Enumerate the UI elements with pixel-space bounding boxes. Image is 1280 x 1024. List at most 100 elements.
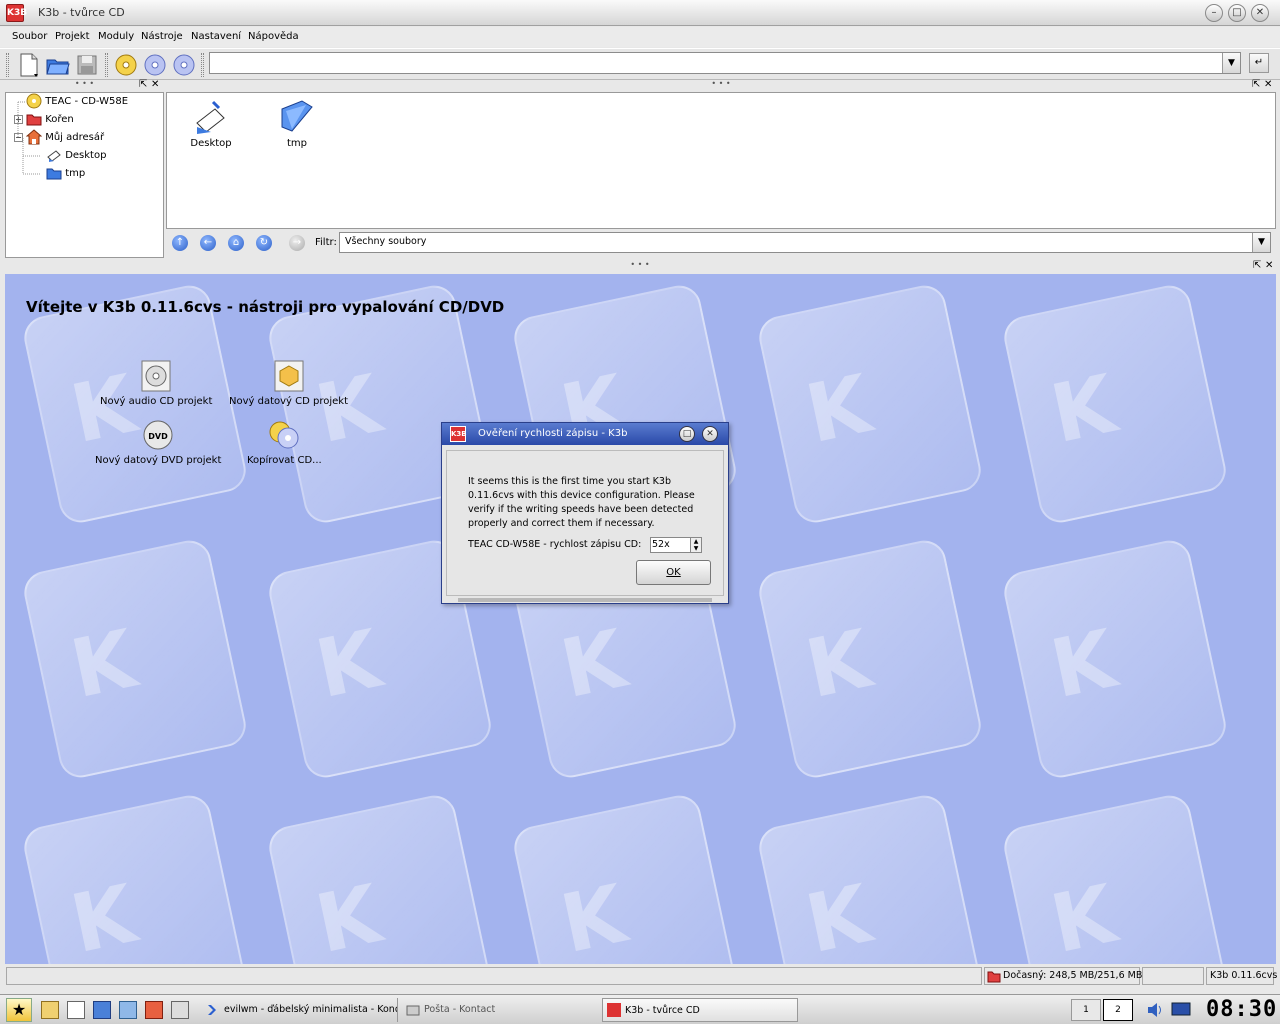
burn-cd-button[interactable] (113, 52, 139, 78)
dialog-maximize-button[interactable]: □ (679, 426, 695, 442)
action-label: Nový datový DVD projekt (95, 455, 222, 466)
tree-item-label: tmp (65, 168, 86, 179)
task-kontact[interactable]: Pošta - Kontact (402, 998, 598, 1022)
data-cd-icon (274, 360, 303, 392)
file-item-label: tmp (286, 138, 307, 149)
reload-icon[interactable]: ↻ (256, 235, 272, 251)
menu-moduly[interactable]: Moduly (98, 31, 134, 42)
folder-red-icon (987, 971, 1001, 983)
menu-nastaveni[interactable]: Nastavení (191, 31, 241, 42)
temp-space-value: Dočasný: 248,5 MB/251,6 MB (1003, 970, 1143, 981)
task-label: K3b - tvůrce CD (625, 1005, 700, 1016)
k3b-cube-background: K (755, 281, 985, 527)
k3b-cube-background: K (20, 791, 250, 964)
filter-combobox[interactable]: Všechny soubory ▼ (339, 232, 1271, 253)
tree-lines (17, 101, 41, 175)
dialog-resize-bar (458, 598, 712, 602)
home-nav-icon[interactable]: ⌂ (228, 235, 244, 251)
panel-handle[interactable]: • • • (166, 80, 1276, 90)
dialog-message: It seems this is the first time you star… (468, 476, 695, 529)
new-project-button[interactable] (16, 52, 42, 78)
filter-value: Všechny soubory (345, 236, 427, 247)
k3b-logo-icon[interactable]: K3B (6, 4, 27, 22)
close-panel-icon[interactable]: ✕ (151, 80, 159, 90)
mail-icon[interactable] (171, 1001, 189, 1019)
chevron-down-icon[interactable]: ▼ (1222, 53, 1240, 73)
up-arrow-icon[interactable]: ↑ (172, 235, 188, 251)
cd-info-button[interactable] (142, 52, 168, 78)
start-menu-star-icon[interactable]: ★ (6, 998, 32, 1022)
k3b-logo-icon: K3B (450, 426, 467, 442)
ok-button[interactable]: OK (636, 560, 711, 585)
browser-icon[interactable] (93, 1001, 111, 1019)
desktop-1-button[interactable]: 1 (1071, 999, 1101, 1021)
toolbar-grip[interactable] (201, 53, 204, 77)
task-konqueror[interactable]: evilwm - ďábelský minimalista - Konq (202, 998, 398, 1022)
new-data-dvd-project-button[interactable]: DVD Nový datový DVD projekt (95, 419, 221, 466)
dialog-titlebar[interactable]: K3B Ověření rychlosti zápisu - K3b □ ✕ (442, 423, 728, 445)
audio-cd-icon (141, 360, 171, 392)
minimize-button[interactable]: – (1205, 4, 1223, 22)
desktop-number: 2 (1115, 1005, 1121, 1015)
taskbar: ★ evilwm - ďábelský minimalista - Konq P… (0, 994, 1280, 1024)
display-icon[interactable] (1171, 1001, 1191, 1019)
menu-napoveda[interactable]: Nápověda (248, 31, 299, 42)
media-icon[interactable] (145, 1001, 163, 1019)
maximize-button[interactable]: □ (1228, 4, 1246, 22)
forward-arrow-icon[interactable]: → (289, 235, 305, 251)
file-item-tmp[interactable]: tmp (257, 99, 337, 149)
k3b-cube-background: K (1000, 281, 1230, 527)
directory-tree[interactable]: TEAC - CD-W58E + Kořen − Můj adresář Des… (5, 92, 164, 258)
desktop-2-button[interactable]: 2 (1103, 999, 1133, 1021)
kontact-icon (406, 1005, 420, 1016)
toolbar-grip[interactable] (105, 53, 108, 77)
undock-icon[interactable]: ⇱ (1252, 80, 1260, 90)
undock-icon[interactable]: ⇱ (139, 80, 147, 90)
dvd-label: DVD (148, 432, 168, 441)
k3b-cube-background: K (755, 791, 985, 964)
spin-arrows-icon[interactable]: ▲ ▼ (690, 537, 702, 553)
volume-icon[interactable] (1146, 1001, 1164, 1019)
cd-icon (173, 54, 195, 76)
ok-label: OK (666, 567, 681, 578)
close-panel-icon[interactable]: ✕ (1264, 80, 1272, 90)
toolbar-grip[interactable] (6, 53, 9, 77)
close-button[interactable]: ✕ (1251, 4, 1269, 22)
file-item-label: Desktop (190, 138, 232, 149)
k3b-cube-background: K (1000, 536, 1230, 782)
cd-icon (144, 54, 166, 76)
clear-location-button[interactable]: ↵ (1249, 53, 1269, 73)
cd-copy-icon (269, 421, 299, 449)
main-panel-header: • • • ⇱ ✕ (5, 261, 1275, 273)
temp-space-status: Dočasný: 248,5 MB/251,6 MB (984, 967, 1143, 985)
undock-icon[interactable]: ⇱ (1253, 261, 1261, 271)
new-document-icon (20, 53, 38, 77)
save-button[interactable] (74, 52, 100, 78)
location-combobox[interactable]: ▼ (209, 52, 1241, 74)
filter-label: Filtr: (315, 237, 337, 248)
new-data-cd-project-button[interactable]: Nový datový CD projekt (229, 360, 348, 407)
welcome-title: Vítejte v K3b 0.11.6cvs - nástroji pro v… (26, 298, 505, 316)
window-titlebar[interactable]: K3B K3b - tvůrce CD – □ ✕ (0, 0, 1280, 26)
menu-projekt[interactable]: Projekt (55, 31, 90, 42)
back-arrow-icon[interactable]: ← (200, 235, 216, 251)
editor-icon[interactable] (67, 1001, 85, 1019)
dialog-close-button[interactable]: ✕ (702, 426, 718, 442)
network-icon[interactable] (119, 1001, 137, 1019)
file-view[interactable]: Desktop tmp (166, 92, 1276, 229)
copy-cd-button[interactable]: Kopírovat CD... (247, 419, 322, 466)
panel-handle[interactable]: • • • (5, 261, 1275, 271)
task-label: Pošta - Kontact (424, 1004, 496, 1015)
menu-nastroje[interactable]: Nástroje (141, 31, 183, 42)
close-panel-icon[interactable]: ✕ (1265, 261, 1273, 271)
task-k3b[interactable]: K3b - tvůrce CD (602, 998, 798, 1022)
open-button[interactable] (45, 52, 71, 78)
new-audio-cd-project-button[interactable]: Nový audio CD projekt (100, 360, 212, 407)
chevron-down-icon[interactable]: ▼ (1252, 233, 1270, 252)
dvd-icon: DVD (143, 420, 173, 450)
cd-copy-button[interactable] (171, 52, 197, 78)
folder-blue-icon (281, 100, 313, 132)
settings-icon[interactable] (41, 1001, 59, 1019)
menu-soubor[interactable]: Soubor (12, 31, 47, 42)
file-item-desktop[interactable]: Desktop (171, 99, 251, 149)
